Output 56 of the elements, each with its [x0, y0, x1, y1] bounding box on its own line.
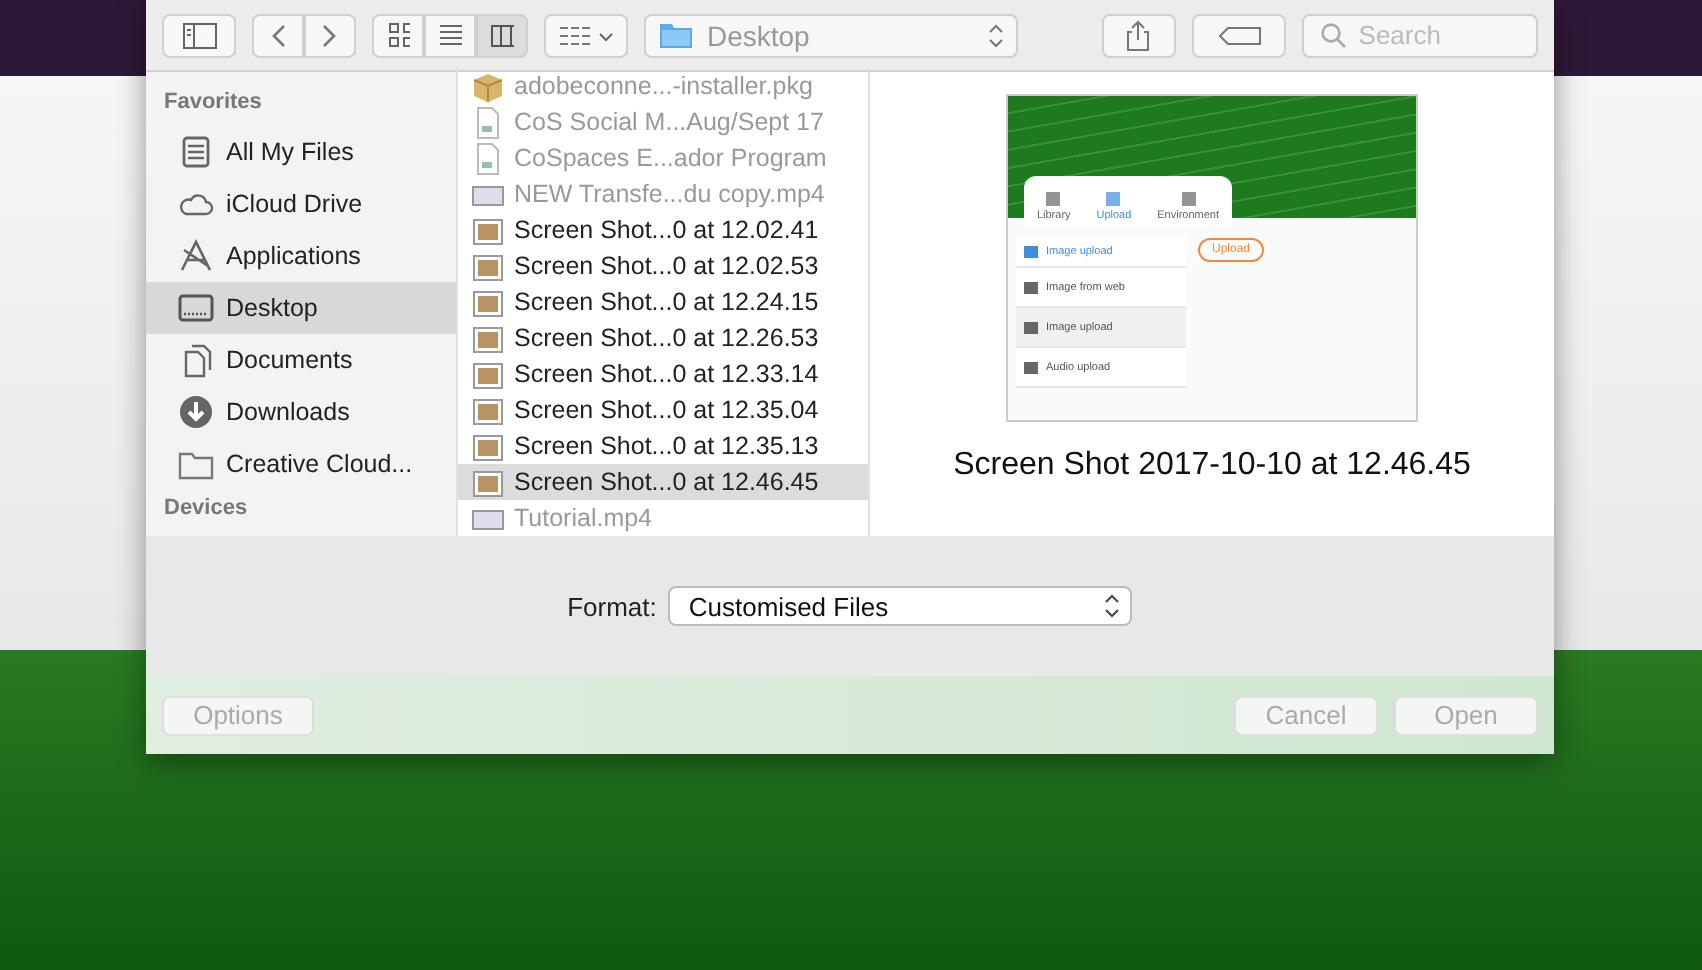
grid-icon: [386, 20, 411, 50]
box-icon: [470, 69, 506, 103]
sidebar-item[interactable]: Documents: [146, 334, 456, 386]
image-icon: [470, 249, 506, 283]
back-button[interactable]: [252, 13, 305, 57]
tag-icon: [1217, 25, 1262, 45]
sidebar-item[interactable]: Applications: [146, 230, 456, 282]
file-item[interactable]: Screen Shot...0 at 12.46.45: [458, 464, 868, 500]
arrange-button[interactable]: [544, 13, 629, 57]
image-icon: [470, 213, 506, 247]
apps-icon: [178, 238, 214, 274]
image-icon: [470, 465, 506, 499]
sidebar-icon: [181, 21, 218, 49]
folder-icon: [658, 20, 695, 50]
file-item[interactable]: Screen Shot...0 at 12.02.53: [458, 248, 868, 284]
file-item[interactable]: Screen Shot...0 at 12.35.13: [458, 428, 868, 464]
tag-button[interactable]: [1192, 13, 1287, 57]
format-popup[interactable]: Customised Files: [668, 586, 1133, 626]
view-mode-button[interactable]: [424, 13, 477, 57]
arrange-icon: [558, 23, 615, 47]
chevron-right-icon: [322, 23, 339, 47]
view-mode-button[interactable]: [476, 13, 529, 57]
file-item[interactable]: Screen Shot...0 at 12.26.53: [458, 320, 868, 356]
sidebar-item[interactable]: iCloud Drive: [146, 178, 456, 230]
sidebar-heading: Devices: [162, 494, 250, 524]
chevron-left-icon: [270, 23, 287, 47]
image-icon: [470, 321, 506, 355]
file-item[interactable]: Screen Shot...0 at 12.33.14: [458, 356, 868, 392]
file-item[interactable]: Screen Shot...0 at 12.02.41: [458, 212, 868, 248]
view-mode-button[interactable]: [372, 13, 425, 57]
download-icon: [178, 394, 214, 430]
sidebar-toggle-button[interactable]: [162, 13, 237, 57]
share-button[interactable]: [1101, 13, 1177, 57]
file-item[interactable]: Screen Shot...0 at 12.24.15: [458, 284, 868, 320]
file-item[interactable]: Screen Shot...0 at 12.35.04: [458, 392, 868, 428]
image-icon: [470, 393, 506, 427]
forward-button[interactable]: [304, 13, 357, 57]
preview-title: Screen Shot 2017-10-10 at 12.46.45: [953, 448, 1471, 484]
sidebar-item[interactable]: Downloads: [146, 386, 456, 438]
image-icon: [470, 285, 506, 319]
desktop-icon: [178, 290, 214, 326]
image-icon: [470, 357, 506, 391]
list-icon: [438, 20, 463, 50]
updown-arrows-icon: [987, 23, 1004, 47]
image-icon: [470, 429, 506, 463]
updown-arrows-icon: [1104, 594, 1121, 618]
location-label: Desktop: [706, 19, 810, 51]
search-icon: [1320, 22, 1347, 48]
share-icon: [1124, 19, 1153, 51]
sidebar-item[interactable]: Desktop: [146, 282, 456, 334]
sidebar-item[interactable]: All My Files: [146, 126, 456, 178]
format-label: Format:: [567, 591, 657, 621]
files-icon: [178, 134, 214, 170]
sidebar-item[interactable]: Creative Cloud...: [146, 438, 456, 490]
columns-icon: [490, 20, 515, 50]
sidebar-heading: Favorites: [162, 88, 264, 118]
